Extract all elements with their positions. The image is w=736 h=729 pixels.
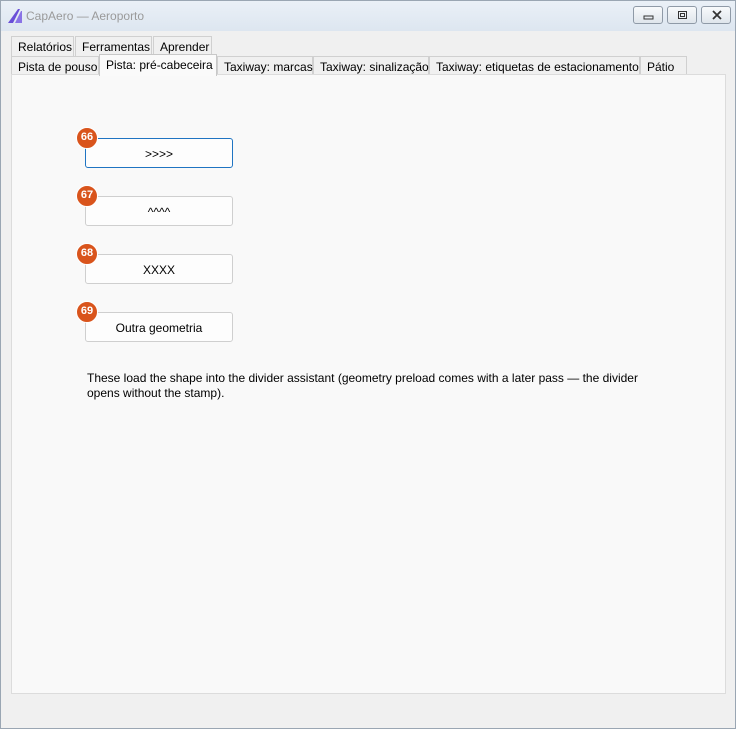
step-badge: 67 xyxy=(76,185,98,207)
step-badge: 68 xyxy=(76,243,98,265)
app-window: CapAero — Aeroporto Relatórios Ferrament… xyxy=(0,0,736,729)
step-badge: 66 xyxy=(76,127,98,149)
shape-arrows-right-button[interactable]: >>>> xyxy=(85,138,233,168)
tab-pista-de-pouso[interactable]: Pista de pouso xyxy=(11,56,99,76)
app-logo-icon xyxy=(8,9,22,23)
other-geometry-button[interactable]: Outra geometria xyxy=(85,312,233,342)
tab-taxiway-marcas[interactable]: Taxiway: marcas xyxy=(217,56,313,76)
close-button[interactable] xyxy=(701,6,731,24)
tab-taxiway-sinalizacao[interactable]: Taxiway: sinalização xyxy=(313,56,429,76)
tab-relatorios[interactable]: Relatórios xyxy=(11,36,74,56)
close-icon xyxy=(712,10,722,20)
tab-pista-pre-cabeceira[interactable]: Pista: pré-cabeceira xyxy=(99,54,217,76)
tab-taxiway-etiquetas[interactable]: Taxiway: etiquetas de estacionamento xyxy=(429,56,640,76)
shape-chevrons-up-button[interactable]: ^^^^ xyxy=(85,196,233,226)
minimize-icon xyxy=(643,15,654,20)
shape-crosses-button[interactable]: XXXX xyxy=(85,254,233,284)
maximize-button[interactable] xyxy=(667,6,697,24)
help-note: These load the shape into the divider as… xyxy=(87,371,638,400)
window-title: CapAero — Aeroporto xyxy=(26,9,145,23)
minimize-button[interactable] xyxy=(633,6,663,24)
tab-ferramentas[interactable]: Ferramentas xyxy=(75,36,152,56)
restore-icon xyxy=(678,11,687,19)
tab-aprender[interactable]: Aprender xyxy=(153,36,212,56)
tab-patio[interactable]: Pátio xyxy=(640,56,687,76)
title-bar: CapAero — Aeroporto xyxy=(1,1,735,31)
step-badge: 69 xyxy=(76,301,98,323)
